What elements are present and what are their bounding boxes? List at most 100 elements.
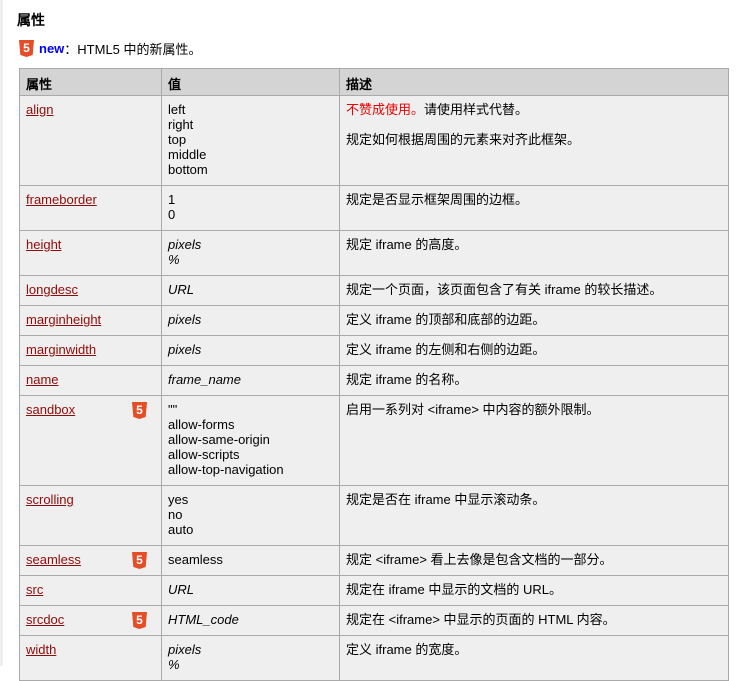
attribute-link-seamless[interactable]: seamless [26, 552, 81, 567]
description-text: 请使用样式代替。 [424, 102, 529, 117]
table-row: height pixels% 规定 iframe 的高度。 [19, 230, 729, 276]
description-text: 规定一个页面，该页面包含了有关 iframe 的较长描述。 [346, 282, 663, 297]
value-item: bottom [168, 162, 208, 177]
value-item: allow-top-navigation [168, 462, 284, 477]
attribute-link-name[interactable]: name [26, 372, 59, 387]
description-cell: 规定一个页面，该页面包含了有关 iframe 的较长描述。 [339, 275, 729, 306]
value-item: URL [168, 282, 195, 297]
attribute-cell: src [19, 575, 162, 606]
attribute-cell: width [19, 635, 162, 681]
header-value: 值 [161, 68, 340, 96]
value-item: allow-forms [168, 417, 235, 432]
attribute-link-sandbox[interactable]: sandbox [26, 402, 75, 417]
value-item: HTML_code [168, 612, 239, 627]
deprecated-label: 不赞成使用。 [346, 102, 425, 117]
value-item: pixels [168, 312, 202, 327]
table-row: src URL 规定在 iframe 中显示的文档的 URL。 [19, 575, 729, 606]
description-text: 规定在 <iframe> 中显示的页面的 HTML 内容。 [346, 612, 616, 627]
attribute-cell: scrolling [19, 485, 162, 546]
value-cell: pixels% [161, 230, 340, 276]
description-cell: 规定 iframe 的高度。 [339, 230, 729, 276]
description-text: 规定是否在 iframe 中显示滚动条。 [346, 492, 546, 507]
html5-icon: 5 [19, 40, 34, 57]
attribute-cell: marginwidth [19, 335, 162, 366]
table-row: longdesc URL 规定一个页面，该页面包含了有关 iframe 的较长描述。 [19, 275, 729, 306]
description-text: 定义 iframe 的左侧和右侧的边距。 [346, 342, 546, 357]
description-cell: 定义 iframe 的宽度。 [339, 635, 729, 681]
description-text: 规定 iframe 的名称。 [346, 372, 468, 387]
table-row: srcdoc 5 HTML_code 规定在 <iframe> 中显示的页面的 HTM… [19, 605, 729, 636]
description-text: 规定是否显示框架周围的边框。 [346, 192, 529, 207]
value-cell: pixels% [161, 635, 340, 681]
value-item: frame_name [168, 372, 241, 387]
value-cell: HTML_code [161, 605, 340, 636]
value-item: top [168, 132, 187, 147]
value-item: pixels [168, 237, 202, 252]
description-cell: 不赞成使用。请使用样式代替。 规定如何根据周围的元素来对齐此框架。 [339, 95, 729, 186]
value-item: no [168, 507, 183, 522]
description-cell: 规定是否显示框架周围的边框。 [339, 185, 729, 231]
value-item: pixels [168, 642, 202, 657]
attribute-link-scrolling[interactable]: scrolling [26, 492, 74, 507]
description-text: 规定在 iframe 中显示的文档的 URL。 [346, 582, 562, 597]
attribute-link-src[interactable]: src [26, 582, 43, 597]
description-cell: 启用一系列对 <iframe> 中内容的额外限制。 [339, 395, 729, 486]
description-text: 启用一系列对 <iframe> 中内容的额外限制。 [346, 402, 600, 417]
value-item: left [168, 102, 186, 117]
value-item: % [168, 252, 180, 267]
table-row: scrolling yes no auto 规定是否在 iframe 中显示滚动条。 [19, 485, 729, 546]
value-item: % [168, 657, 180, 672]
description-cell: 规定 <iframe> 看上去像是包含文档的一部分。 [339, 545, 729, 576]
attribute-cell: longdesc [19, 275, 162, 306]
value-item: allow-same-origin [168, 432, 270, 447]
value-cell: "" allow-forms allow-same-origin allow-scri… [161, 395, 340, 486]
value-cell: seamless [161, 545, 340, 576]
attribute-link-marginwidth[interactable]: marginwidth [26, 342, 96, 357]
table-row: name frame_name 规定 iframe 的名称。 [19, 365, 729, 396]
description-text: 规定 iframe 的高度。 [346, 237, 468, 252]
description-text: 规定 <iframe> 看上去像是包含文档的一部分。 [346, 552, 613, 567]
attribute-cell: sandbox 5 [19, 395, 162, 486]
description-cell: 定义 iframe 的左侧和右侧的边距。 [339, 335, 729, 366]
value-item: 0 [168, 207, 176, 222]
attributes-table: 属性 值 描述 align left right top middle bottom 不赞成… [19, 68, 729, 681]
value-cell: 10 [161, 185, 340, 231]
attribute-link-align[interactable]: align [26, 102, 53, 117]
table-row: marginwidth pixels 定义 iframe 的左侧和右侧的边距。 [19, 335, 729, 366]
value-item: pixels [168, 342, 202, 357]
attribute-link-height[interactable]: height [26, 237, 61, 252]
html5-icon: 5 [132, 402, 147, 419]
attribute-link-frameborder[interactable]: frameborder [26, 192, 97, 207]
html5-icon: 5 [132, 612, 147, 629]
description-cell: 规定是否在 iframe 中显示滚动条。 [339, 485, 729, 546]
value-cell: left right top middle bottom [161, 95, 340, 186]
attribute-cell: name [19, 365, 162, 396]
attribute-cell: frameborder [19, 185, 162, 231]
table-row: marginheight pixels 定义 iframe 的顶部和底部的边距。 [19, 305, 729, 336]
attribute-cell: height [19, 230, 162, 276]
table-row: width pixels% 定义 iframe 的宽度。 [19, 635, 729, 681]
attribute-link-marginheight[interactable]: marginheight [26, 312, 101, 327]
header-attribute: 属性 [19, 68, 162, 96]
table-row: frameborder 1 0 规定是否显示框架周围的边框。 [19, 185, 729, 231]
attribute-cell: srcdoc 5 [19, 605, 162, 636]
attribute-cell: align [19, 95, 162, 186]
attribute-cell: seamless 5 [19, 545, 162, 576]
value-item: URL [168, 582, 195, 597]
legend-text: ：HTML5 中的新属性。 [64, 42, 202, 57]
description-text: 定义 iframe 的顶部和底部的边距。 [346, 312, 546, 327]
attribute-link-srcdoc[interactable]: srcdoc [26, 612, 64, 627]
value-cell: yes no auto [161, 485, 340, 546]
attribute-link-longdesc[interactable]: longdesc [26, 282, 78, 297]
value-cell: pixels [161, 335, 340, 366]
table-row: sandbox 5 "" allow-forms allow-same-origin al… [19, 395, 729, 486]
attribute-link-width[interactable]: width [26, 642, 56, 657]
table-row: seamless 5 seamless 规定 <iframe> 看上去像是包含文档的一… [19, 545, 729, 576]
table-row: align left right top middle bottom 不赞成使用。请使用样式… [19, 95, 729, 186]
legend: 5 new ：HTML5 中的新属性。 [19, 39, 202, 58]
value-item: yes [168, 492, 189, 507]
description-cell: 规定在 <iframe> 中显示的页面的 HTML 内容。 [339, 605, 729, 636]
legend-new: new [39, 41, 65, 56]
html5-icon: 5 [132, 552, 147, 569]
description-cell: 规定 iframe 的名称。 [339, 365, 729, 396]
